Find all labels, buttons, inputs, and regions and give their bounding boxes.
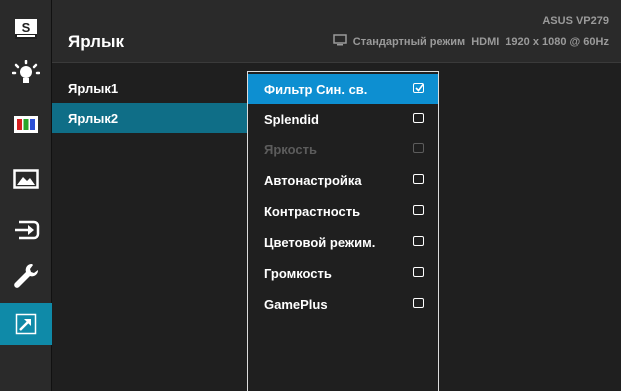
option-volume[interactable]: Громкость — [248, 258, 438, 288]
option-label: Громкость — [264, 265, 332, 281]
checkbox[interactable] — [413, 298, 424, 308]
status-line: Стандартный режим HDMI 1920 x 1080 @ 60H… — [333, 34, 609, 49]
color-icon[interactable] — [0, 104, 52, 146]
shortcut-arrow-icon[interactable] — [0, 303, 52, 345]
option-label: Splendid — [264, 111, 319, 127]
option-label: Автонастройка — [264, 172, 362, 188]
splendid-s-icon[interactable]: S — [0, 8, 52, 50]
option-splendid[interactable]: Splendid — [248, 104, 438, 134]
option-label: GamePlus — [264, 296, 328, 312]
checkbox[interactable] — [413, 205, 424, 215]
checkbox-checked[interactable] — [413, 83, 424, 93]
header: Ярлык ASUS VP279 Стандартный режим HDMI … — [52, 0, 621, 63]
osd-menu: S Ярлык ASUS VP279 Стандартный режим HDM… — [0, 0, 621, 391]
option-auto-adjust[interactable]: Автонастройка — [248, 165, 438, 195]
monitor-icon — [333, 34, 347, 49]
shortcut-1[interactable]: Ярлык1 — [52, 73, 247, 103]
content: Ярлык1 Ярлык2 Фильтр Син. св. Splendid Я… — [52, 63, 621, 391]
option-label: Яркость — [264, 141, 317, 157]
image-icon[interactable] — [0, 158, 52, 200]
option-contrast[interactable]: Контрастность — [248, 196, 438, 226]
checkbox-disabled — [413, 143, 424, 153]
shortcut-2-label: Ярлык2 — [68, 110, 119, 126]
option-label: Цветовой режим. — [264, 234, 376, 250]
checkbox[interactable] — [413, 174, 424, 184]
option-label: Фильтр Син. св. — [264, 81, 368, 97]
option-color-mode[interactable]: Цветовой режим. — [248, 227, 438, 257]
option-gameplus[interactable]: GamePlus — [248, 289, 438, 319]
checkbox[interactable] — [413, 236, 424, 246]
svg-text:S: S — [22, 20, 31, 35]
mode-status: Стандартный режим — [352, 35, 466, 48]
input-status: HDMI — [471, 35, 500, 48]
option-brightness: Яркость — [248, 134, 438, 164]
option-blue-light-filter[interactable]: Фильтр Син. св. — [248, 74, 438, 104]
monitor-model: ASUS VP279 — [542, 15, 609, 27]
shortcut-1-label: Ярлык1 — [68, 80, 119, 96]
resolution-status: 1920 x 1080 @ 60Hz — [505, 35, 609, 48]
checkbox[interactable] — [413, 113, 424, 123]
option-label: Контрастность — [264, 203, 361, 219]
shortcut-2[interactable]: Ярлык2 — [52, 103, 247, 133]
blue-light-filter-icon[interactable] — [0, 52, 52, 94]
sidebar: S — [0, 0, 52, 391]
shortcut-list: Ярлык1 Ярлык2 — [52, 63, 247, 391]
checkbox[interactable] — [413, 267, 424, 277]
system-setup-wrench-icon[interactable] — [0, 255, 52, 297]
input-select-icon[interactable] — [0, 209, 52, 251]
page-title: Ярлык — [68, 32, 125, 51]
function-list: Фильтр Син. св. Splendid Яркость Автонас… — [247, 71, 439, 391]
